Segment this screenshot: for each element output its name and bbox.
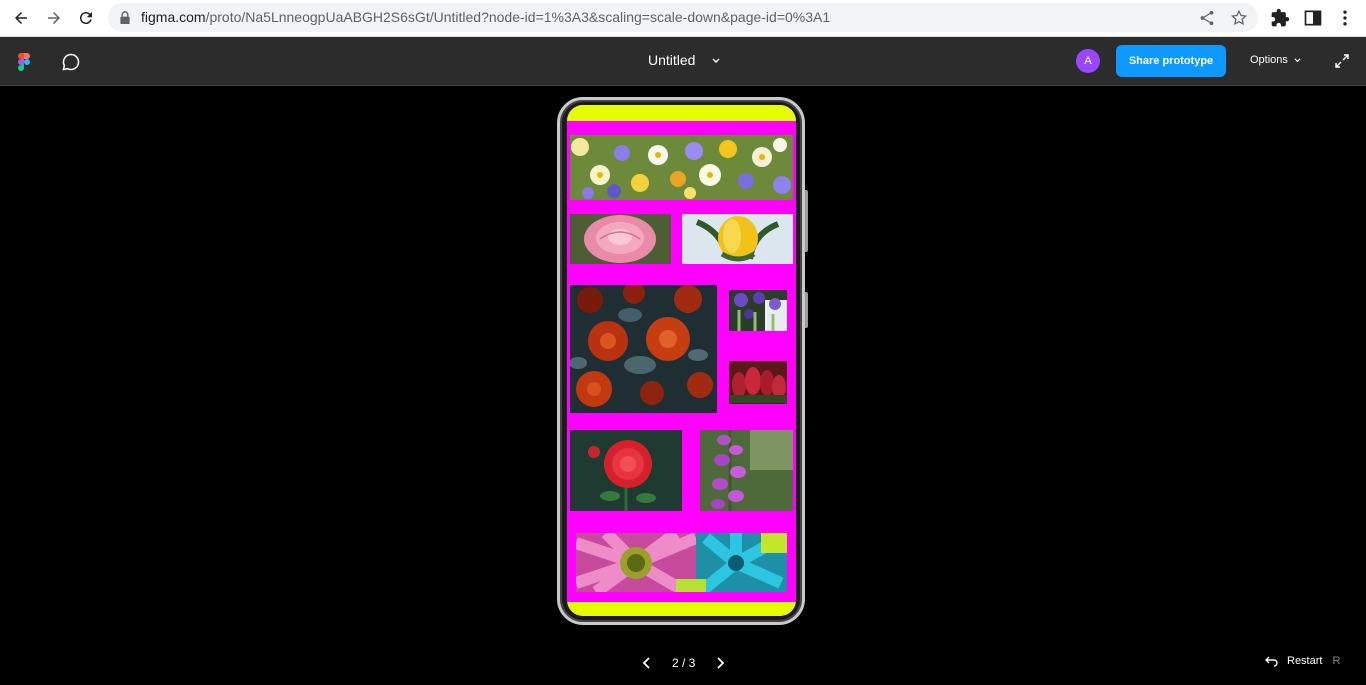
side-panel-icon[interactable] bbox=[1303, 8, 1323, 28]
phone-side-button bbox=[805, 292, 808, 328]
wildflowers-image[interactable] bbox=[570, 135, 793, 200]
restart-label: Restart bbox=[1287, 655, 1323, 667]
chevron-down-icon bbox=[1294, 57, 1301, 62]
browser-toolbar: figma.com/proto/Na5LnneogpUaABGH2S6sGt/U… bbox=[0, 0, 1366, 37]
restart-button[interactable]: Restart R bbox=[1264, 655, 1340, 667]
gerbera-daisies-image[interactable] bbox=[576, 533, 787, 592]
address-bar[interactable]: figma.com/proto/Na5LnneogpUaABGH2S6sGt/U… bbox=[108, 3, 1258, 32]
chevron-down-icon[interactable] bbox=[711, 57, 721, 65]
star-icon[interactable] bbox=[1230, 9, 1248, 27]
foxglove-image[interactable] bbox=[700, 430, 793, 511]
lock-icon bbox=[120, 11, 130, 24]
purple-flowers-image[interactable] bbox=[729, 290, 787, 331]
restart-icon bbox=[1265, 656, 1278, 667]
fullscreen-icon[interactable] bbox=[1334, 53, 1350, 69]
red-dahlia-image[interactable] bbox=[570, 430, 682, 511]
bottom-bar bbox=[567, 602, 796, 616]
comment-icon[interactable] bbox=[61, 52, 81, 72]
figma-logo-icon[interactable] bbox=[17, 53, 31, 71]
share-prototype-button[interactable]: Share prototype bbox=[1116, 45, 1226, 77]
prototype-screen[interactable] bbox=[567, 105, 796, 616]
reload-icon[interactable] bbox=[74, 6, 98, 30]
extensions-icon[interactable] bbox=[1270, 8, 1290, 28]
url-text: figma.com/proto/Na5LnneogpUaABGH2S6sGt/U… bbox=[141, 9, 831, 25]
share-icon[interactable] bbox=[1198, 9, 1216, 27]
red-tulips-image[interactable] bbox=[729, 361, 787, 404]
pink-rose-image[interactable] bbox=[570, 214, 671, 264]
back-icon[interactable] bbox=[9, 6, 33, 30]
page-navigator: 2 / 3 bbox=[638, 654, 729, 672]
restart-shortcut: R bbox=[1332, 655, 1341, 667]
forward-icon[interactable] bbox=[42, 6, 66, 30]
options-label: Options bbox=[1250, 54, 1288, 66]
chevron-right-icon[interactable] bbox=[711, 654, 729, 672]
document-title[interactable]: Untitled bbox=[648, 52, 695, 68]
avatar[interactable]: A bbox=[1076, 49, 1100, 73]
top-bar bbox=[567, 105, 796, 121]
yellow-tulip-image[interactable] bbox=[682, 214, 793, 264]
options-menu[interactable]: Options bbox=[1250, 54, 1302, 66]
page-indicator: 2 / 3 bbox=[672, 656, 696, 670]
chevron-left-icon[interactable] bbox=[638, 654, 656, 672]
menu-icon[interactable] bbox=[1335, 8, 1355, 28]
red-roses-image[interactable] bbox=[570, 285, 717, 413]
figma-toolbar: Untitled A Share prototype Options bbox=[0, 37, 1366, 86]
phone-side-button bbox=[805, 190, 808, 252]
